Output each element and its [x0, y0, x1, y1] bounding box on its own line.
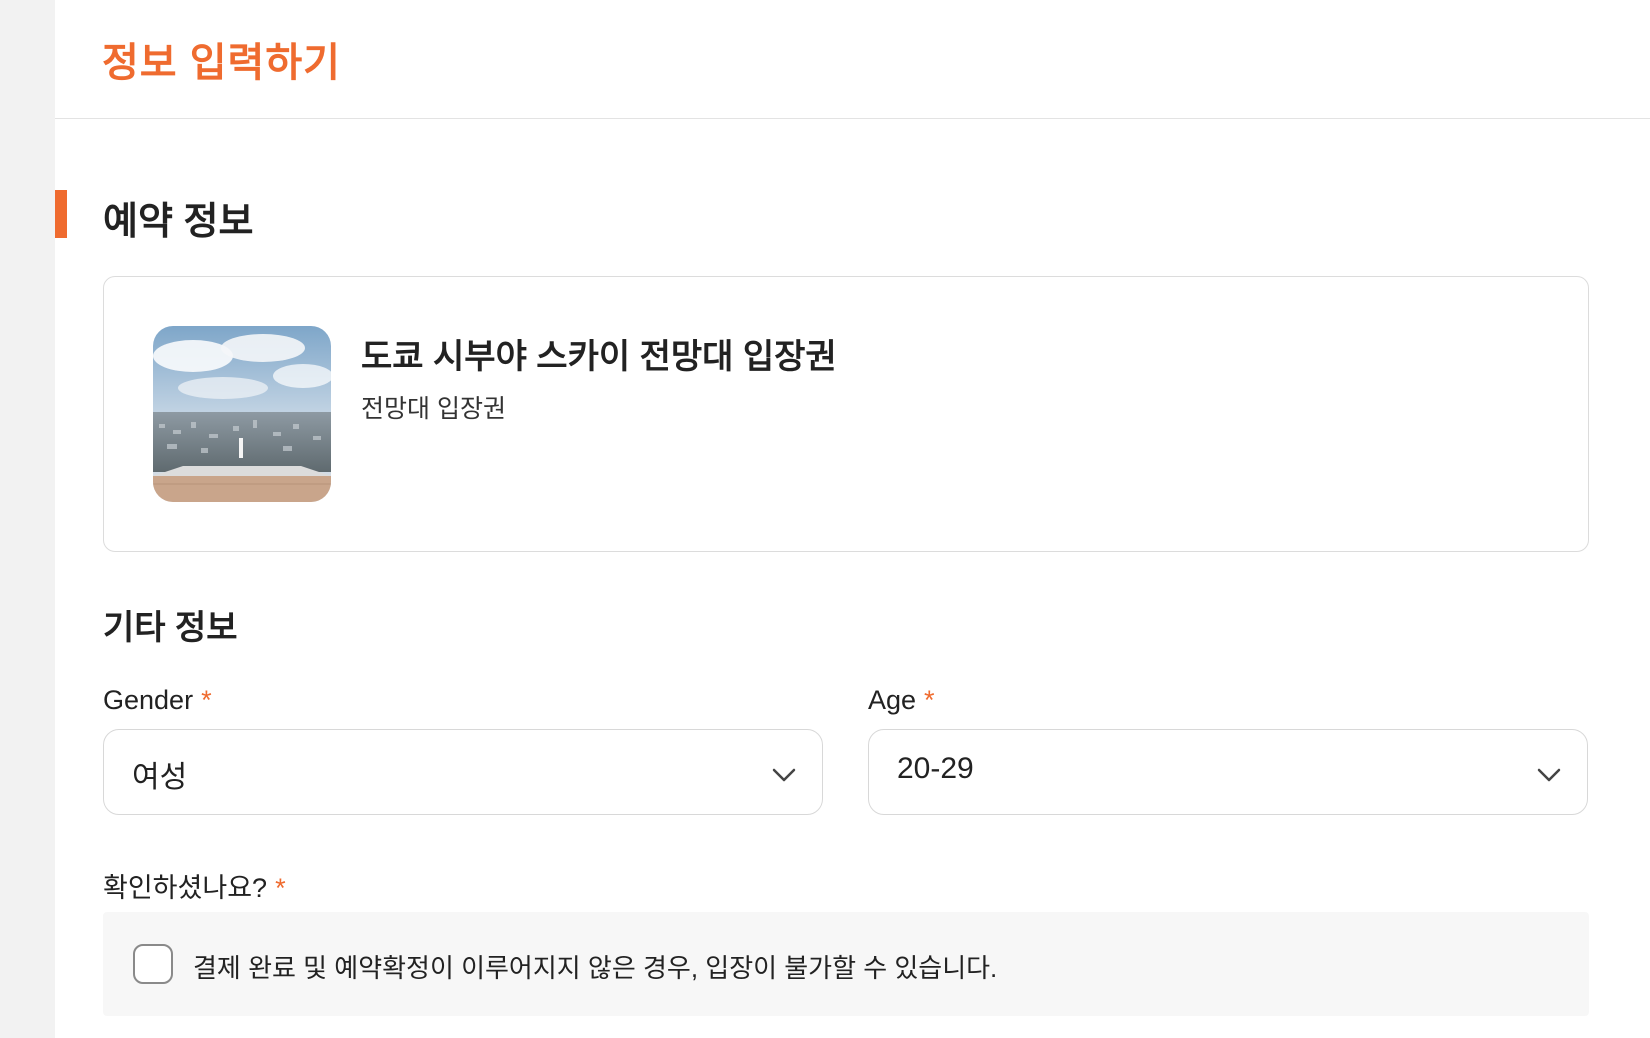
gender-label-text: Gender: [103, 685, 194, 715]
age-label: Age *: [868, 685, 935, 716]
booking-product-card: 도쿄 시부야 스카이 전망대 입장권 전망대 입장권: [103, 276, 1589, 552]
confirm-notice-box: 결제 완료 및 예약확정이 이루어지지 않은 경우, 입장이 불가할 수 있습니…: [103, 912, 1589, 1016]
other-info-title: 기타 정보: [103, 609, 238, 647]
required-mark: *: [924, 685, 935, 715]
confirm-checkbox[interactable]: [133, 944, 173, 984]
product-title: 도쿄 시부야 스카이 전망대 입장권: [361, 338, 837, 376]
booking-section-title: 예약 정보: [103, 201, 254, 243]
age-label-text: Age: [868, 685, 917, 715]
observatory-photo-icon: [153, 326, 331, 502]
section-accent-bar: [55, 190, 67, 238]
gender-select-value: 여성: [132, 761, 188, 794]
gender-label: Gender *: [103, 685, 212, 716]
chevron-down-icon: [772, 768, 796, 782]
product-thumbnail: [153, 326, 331, 502]
panel-header: 정보 입력하기: [55, 0, 1650, 119]
age-select[interactable]: 20-29: [868, 729, 1588, 815]
confirm-label: 확인하셨나요? *: [103, 866, 286, 905]
product-option: 전망대 입장권: [361, 395, 506, 423]
gender-select[interactable]: 여성: [103, 729, 823, 815]
age-select-value: 20-29: [897, 752, 974, 785]
page-title: 정보 입력하기: [102, 41, 341, 85]
confirm-checkbox-text[interactable]: 결제 완료 및 예약확정이 이루어지지 않은 경우, 입장이 불가할 수 있습니…: [193, 948, 997, 985]
info-input-panel: 정보 입력하기 예약 정보 도쿄 시부야 스카이 전망대 입장권 전망대 입장권…: [55, 0, 1650, 1038]
confirm-label-text: 확인하셨나요?: [103, 873, 268, 903]
chevron-down-icon: [1537, 768, 1561, 782]
required-mark: *: [201, 685, 212, 715]
required-mark: *: [275, 873, 286, 903]
